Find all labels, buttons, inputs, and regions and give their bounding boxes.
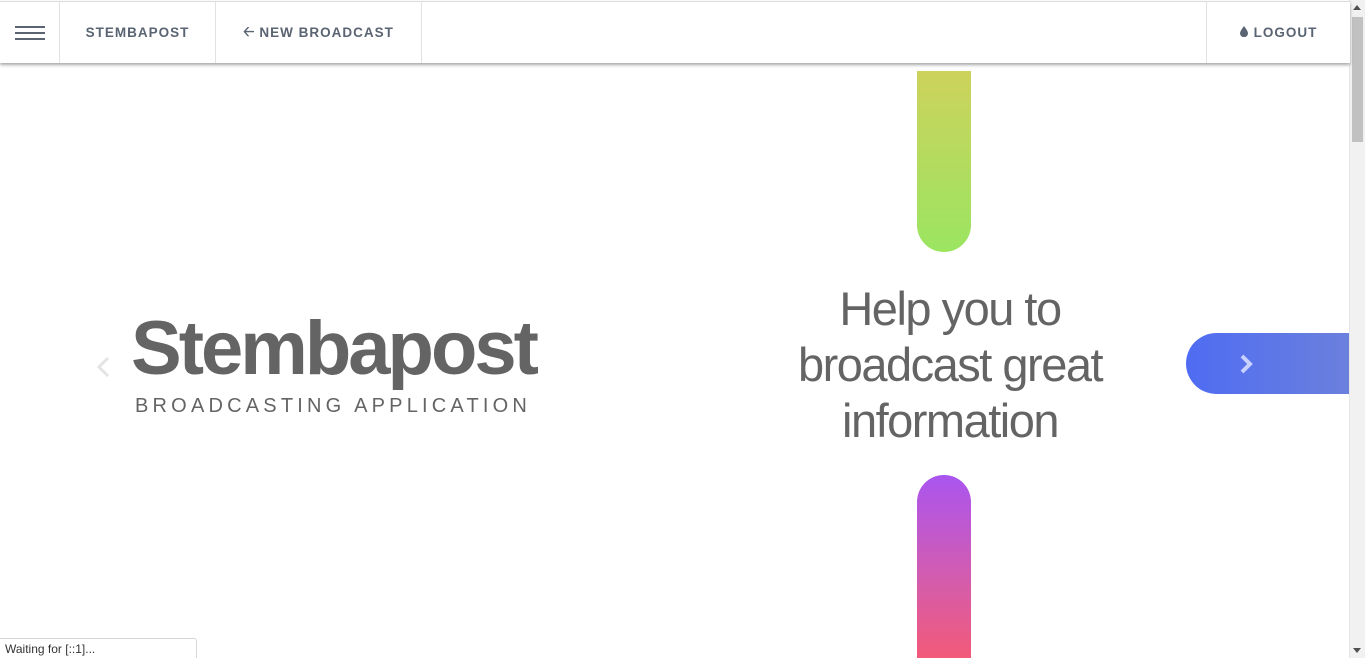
tagline-line-2: broadcast great bbox=[797, 338, 1104, 391]
scroll-down-icon[interactable] bbox=[1353, 648, 1361, 653]
decorative-pill-top bbox=[917, 71, 971, 252]
brand-label: STEMBAPOST bbox=[85, 25, 190, 40]
new-broadcast-label: NEW BROADCAST bbox=[259, 25, 394, 40]
brand-link[interactable]: STEMBAPOST bbox=[60, 2, 216, 63]
new-broadcast-link[interactable]: 🡠 NEW BROADCAST bbox=[216, 2, 422, 63]
navbar-spacer bbox=[422, 2, 1207, 63]
arrow-left-icon: 🡠 bbox=[243, 22, 256, 39]
hero-tagline: Help you to broadcast great information bbox=[770, 281, 1130, 449]
chevron-right-icon bbox=[1234, 352, 1258, 376]
tagline-line-1: Help you to bbox=[839, 282, 1062, 335]
next-slide-button[interactable] bbox=[1186, 333, 1350, 394]
vertical-scrollbar[interactable] bbox=[1349, 0, 1365, 658]
water-drop-icon bbox=[1239, 25, 1248, 40]
chevron-left-icon[interactable] bbox=[93, 356, 115, 378]
logo-wordmark: Stembapost bbox=[131, 306, 539, 391]
stembapost-logo: Stembapost BROADCASTING APPLICATION bbox=[131, 311, 561, 418]
hamburger-menu-icon bbox=[14, 25, 45, 40]
scroll-up-icon[interactable] bbox=[1353, 5, 1361, 10]
logo-tagline: BROADCASTING APPLICATION bbox=[135, 395, 532, 417]
browser-status-bar: Waiting for [::1]... bbox=[0, 638, 197, 658]
decorative-pill-bottom bbox=[917, 475, 971, 658]
status-text: Waiting for [::1]... bbox=[5, 642, 96, 656]
logout-link[interactable]: LOGOUT bbox=[1207, 2, 1350, 63]
top-navbar: STEMBAPOST 🡠 NEW BROADCAST LOGOUT bbox=[0, 1, 1350, 63]
menu-toggle-button[interactable] bbox=[0, 2, 60, 63]
logout-label: LOGOUT bbox=[1253, 25, 1318, 40]
tagline-line-3: information bbox=[842, 394, 1060, 447]
hero-slide: Stembapost BROADCASTING APPLICATION Help… bbox=[0, 63, 1350, 658]
scrollbar-thumb[interactable] bbox=[1352, 17, 1363, 142]
